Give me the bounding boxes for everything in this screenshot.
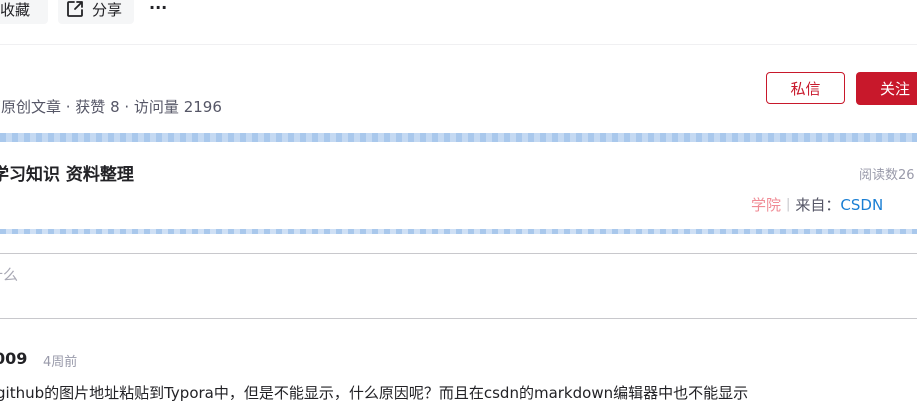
- author-stats: 篇原创文章 · 获赞 8 · 访问量 2196: [0, 98, 222, 116]
- more-dots-icon[interactable]: ···: [149, 0, 167, 17]
- card-top-border: [0, 133, 917, 142]
- follow-button[interactable]: 关注: [856, 72, 917, 105]
- share-external-icon: [67, 1, 83, 17]
- comment-input-placeholder: 什么: [0, 266, 19, 284]
- card-read-count: 阅读数26: [859, 168, 915, 183]
- toolbar-divider: [0, 44, 917, 45]
- comment-username[interactable]: 009: [0, 349, 27, 368]
- collect-label: 收藏: [0, 0, 31, 19]
- comment-input[interactable]: [0, 253, 917, 319]
- follow-label: 关注: [880, 80, 911, 98]
- source-csdn-link[interactable]: CSDN: [840, 196, 883, 214]
- source-from-label: 来自：: [795, 196, 841, 214]
- source-separator: |: [786, 197, 791, 212]
- private-message-label: 私信: [790, 79, 821, 98]
- share-label: 分享: [92, 0, 123, 19]
- share-button[interactable]: 分享: [58, 0, 134, 24]
- card-title[interactable]: 学习知识 资料整理: [0, 160, 134, 185]
- collect-button[interactable]: 收藏: [0, 0, 48, 24]
- card-source: 学院 | 来自： CSDN: [751, 194, 883, 215]
- source-academy-link[interactable]: 学院: [751, 194, 781, 215]
- comment-text: github的图片地址粘贴到Typora中，但是不能显示，什么原因呢？而且在cs…: [0, 384, 749, 402]
- comment-timestamp: 4周前: [43, 355, 78, 370]
- private-message-button[interactable]: 私信: [766, 72, 845, 104]
- card-bottom-border: [0, 229, 917, 234]
